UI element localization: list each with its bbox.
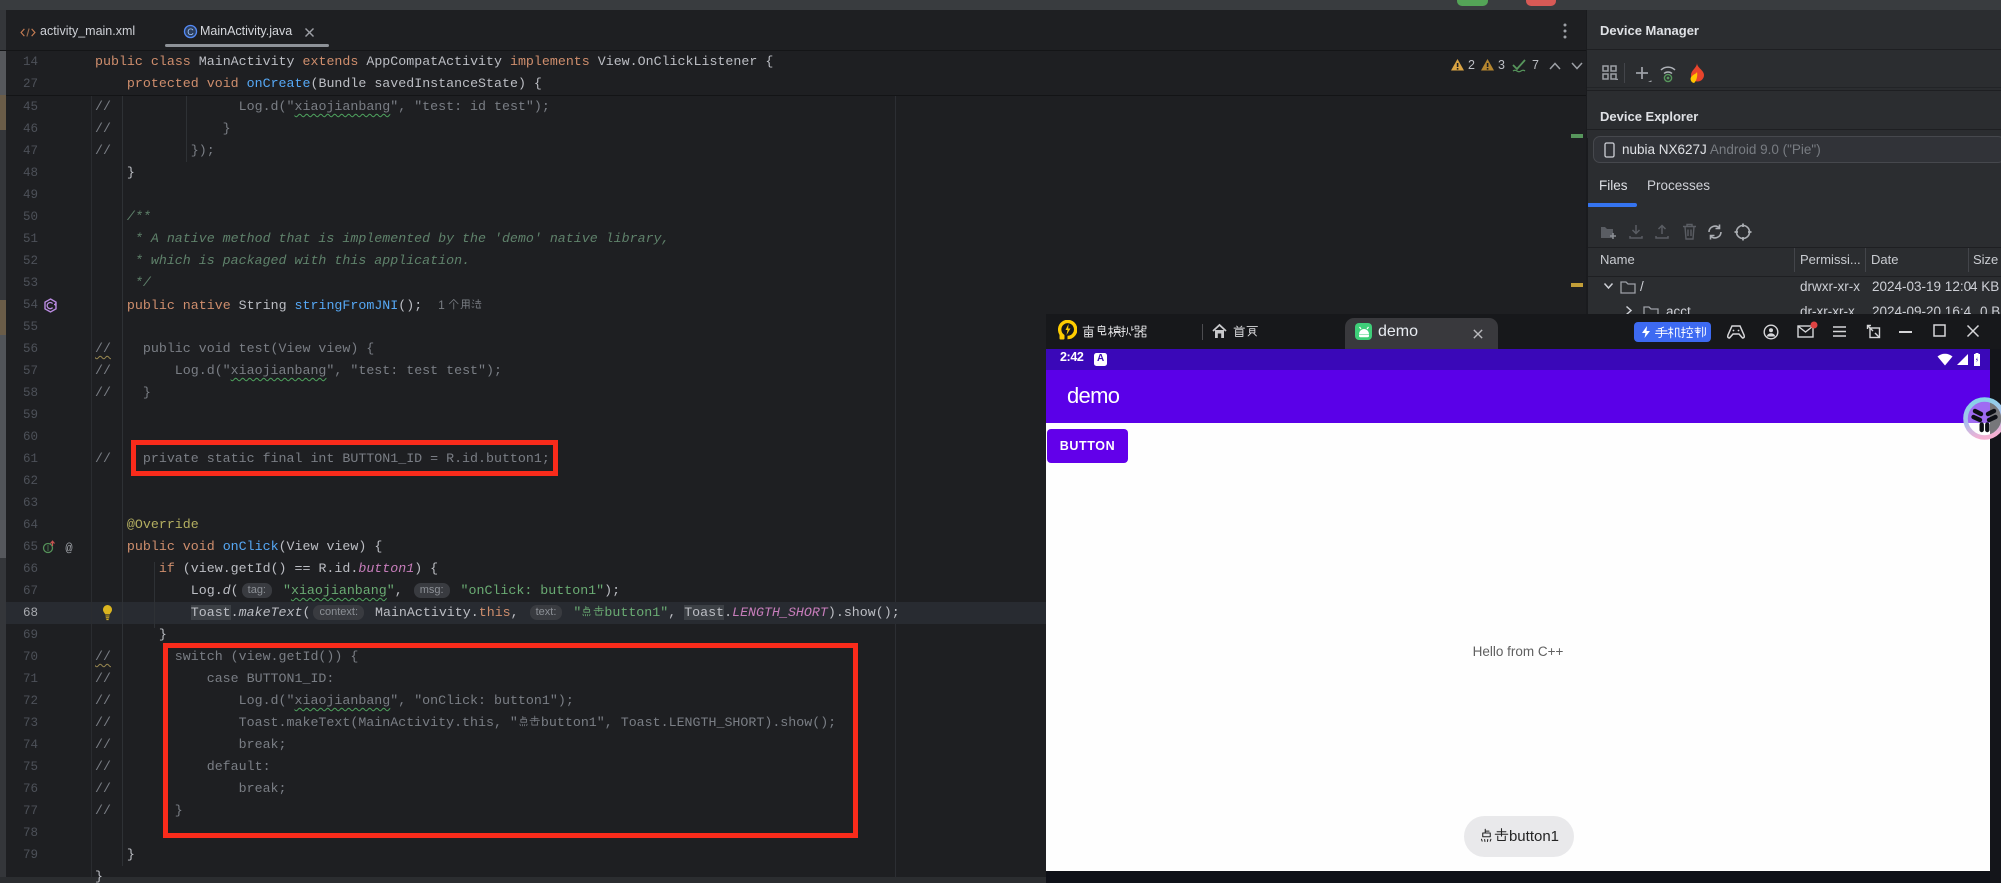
svg-text:@: @: [65, 542, 72, 555]
svg-text:I: I: [47, 544, 49, 553]
